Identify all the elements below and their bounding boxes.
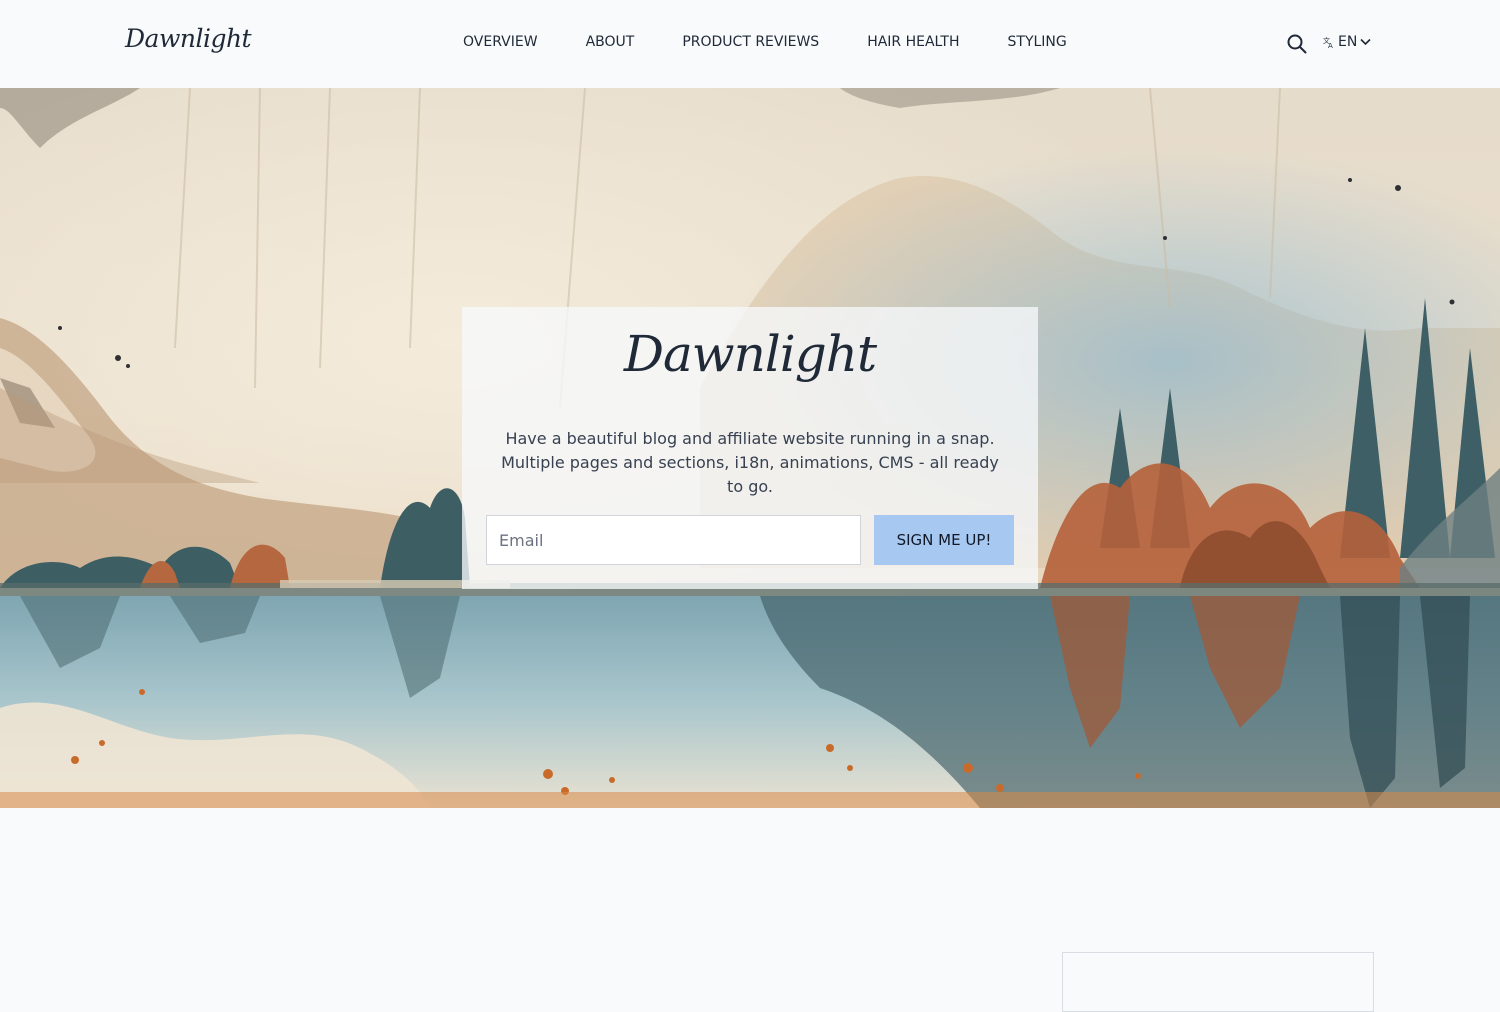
nav-item-styling[interactable]: STYLING <box>1008 34 1067 50</box>
main-nav: OVERVIEW ABOUT PRODUCT REVIEWS HAIR HEAL… <box>463 34 1067 50</box>
search-button[interactable] <box>1286 33 1308 55</box>
svg-text:A: A <box>1328 42 1333 48</box>
site-logo[interactable]: Dawnlight <box>125 24 252 53</box>
language-label: EN <box>1338 34 1358 50</box>
hero-logo: Dawnlight <box>623 325 877 383</box>
nav-item-about[interactable]: ABOUT <box>586 34 635 50</box>
translate-icon: 文 A <box>1323 36 1333 48</box>
signup-card: Dawnlight Have a beautiful blog and affi… <box>462 307 1038 589</box>
sidebar-card <box>1062 952 1374 1012</box>
sign-up-button[interactable]: SIGN ME UP! <box>874 515 1014 565</box>
nav-item-product-reviews[interactable]: PRODUCT REVIEWS <box>682 34 819 50</box>
site-header: Dawnlight OVERVIEW ABOUT PRODUCT REVIEWS… <box>0 0 1500 88</box>
hero-description: Have a beautiful blog and affiliate webs… <box>501 429 999 496</box>
language-selector[interactable]: 文 A EN <box>1323 34 1371 50</box>
nav-item-overview[interactable]: OVERVIEW <box>463 34 538 50</box>
search-icon <box>1287 34 1307 54</box>
email-input[interactable] <box>486 515 861 565</box>
nav-item-hair-health[interactable]: HAIR HEALTH <box>867 34 959 50</box>
hero-section: Dawnlight Have a beautiful blog and affi… <box>0 88 1500 808</box>
chevron-down-icon <box>1360 38 1371 46</box>
